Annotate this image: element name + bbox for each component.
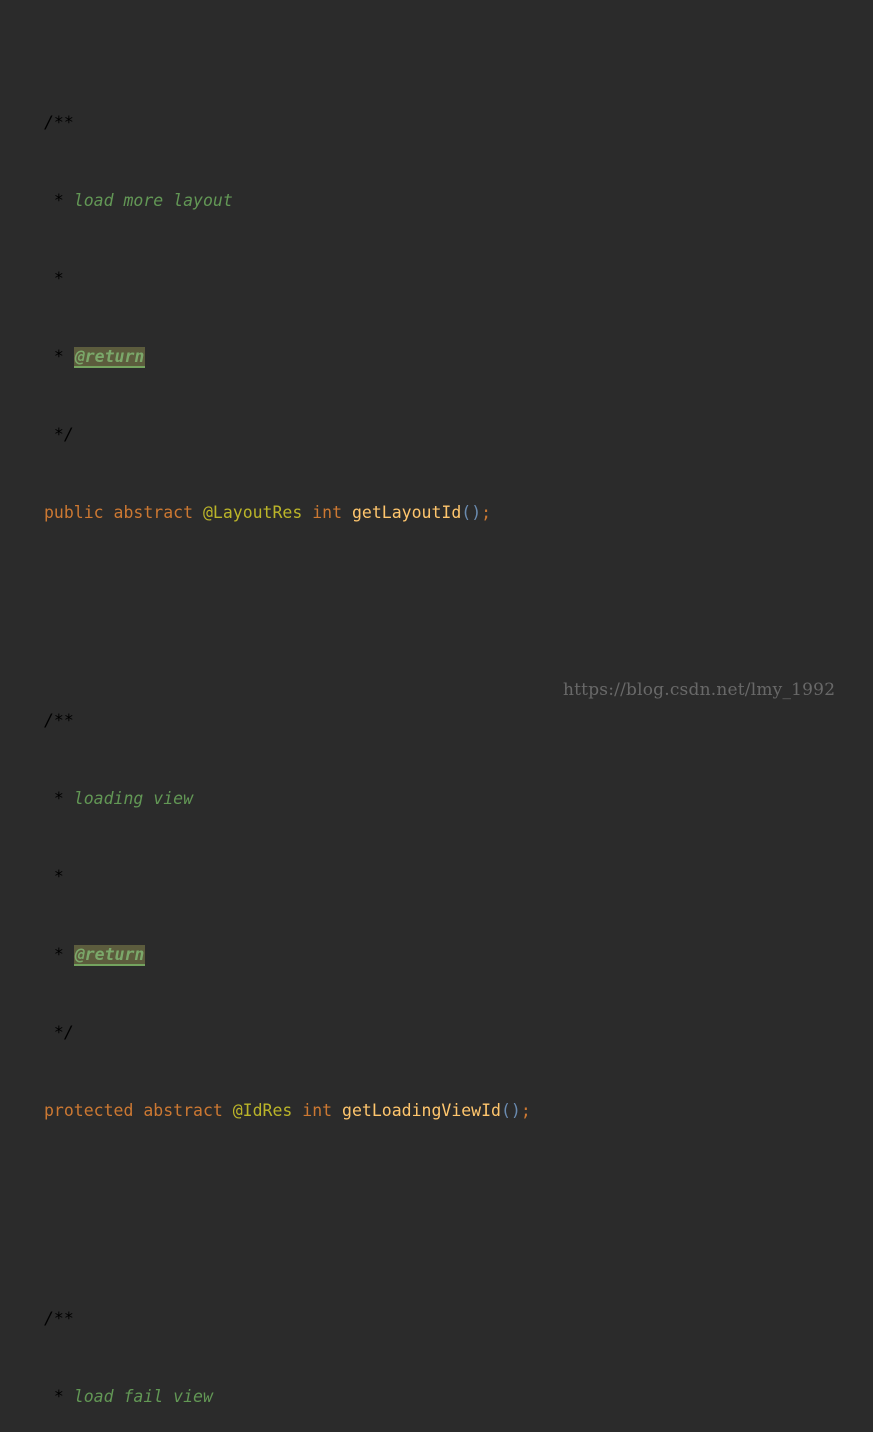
javadoc-return-tag[interactable]: @return <box>73 945 146 966</box>
javadoc-star: * <box>44 867 64 886</box>
code-line: /** <box>44 708 873 734</box>
code-line: protected abstract @IdRes int getLoading… <box>44 1098 873 1124</box>
javadoc-star: * <box>44 269 64 288</box>
method-annotation: @LayoutRes <box>202 503 303 522</box>
javadoc-return-tag[interactable]: @return <box>73 347 146 368</box>
code-line: /** <box>44 1306 873 1332</box>
javadoc-description: load more layout <box>63 191 233 210</box>
code-line: * load more layout <box>44 188 873 214</box>
javadoc-close: */ <box>44 425 74 444</box>
javadoc-open: /** <box>44 1309 74 1328</box>
code-line: * @return <box>44 942 873 968</box>
javadoc-open: /** <box>44 113 74 132</box>
return-type: int <box>312 503 343 522</box>
statement-semicolon: ; <box>481 503 492 522</box>
code-line: * <box>44 266 873 292</box>
javadoc-description: load fail view <box>63 1387 213 1406</box>
code-editor-viewport[interactable]: /** * load more layout * * @return */ pu… <box>0 0 873 1406</box>
return-type: int <box>302 1101 333 1120</box>
code-line: * @return <box>44 344 873 370</box>
method-name[interactable]: getLayoutId <box>352 503 461 522</box>
source-code-text[interactable]: /** * load more layout * * @return */ pu… <box>44 6 873 1432</box>
method-annotation: @IdRes <box>232 1101 293 1120</box>
parameter-parens: () <box>501 1101 521 1120</box>
method-name[interactable]: getLoadingViewId <box>342 1101 501 1120</box>
method-modifier: public abstract <box>44 503 194 522</box>
javadoc-star: * <box>44 1387 64 1406</box>
javadoc-star: * <box>44 945 64 964</box>
javadoc-close: */ <box>44 1023 74 1042</box>
statement-semicolon: ; <box>520 1101 531 1120</box>
code-line: */ <box>44 1020 873 1046</box>
javadoc-star: * <box>44 191 64 210</box>
javadoc-open: /** <box>44 711 74 730</box>
code-line: public abstract @LayoutRes int getLayout… <box>44 500 873 526</box>
code-line: * <box>44 864 873 890</box>
javadoc-space <box>64 347 74 366</box>
parameter-parens: () <box>461 503 482 522</box>
javadoc-star: * <box>44 347 64 366</box>
code-line: * load fail view <box>44 1384 873 1410</box>
javadoc-space <box>64 945 74 964</box>
code-line: /** <box>44 110 873 136</box>
method-modifier: protected abstract <box>44 1101 223 1120</box>
javadoc-description: loading view <box>63 789 194 808</box>
javadoc-star: * <box>44 789 64 808</box>
code-line: * loading view <box>44 786 873 812</box>
code-line: */ <box>44 422 873 448</box>
